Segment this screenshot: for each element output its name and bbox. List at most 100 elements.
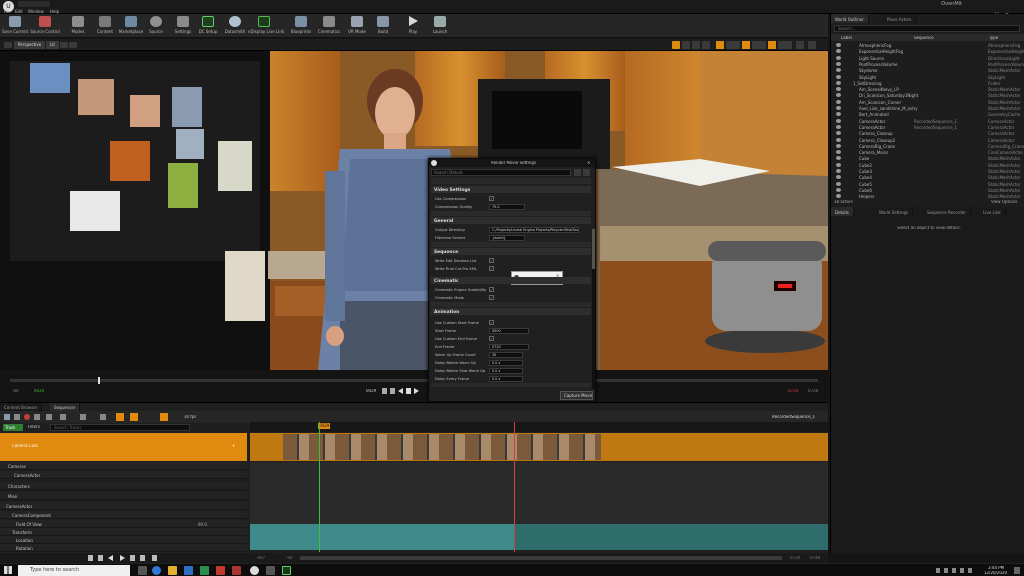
dialog-close-icon[interactable]: ✕	[587, 161, 590, 165]
outliner-row[interactable]: CameraActor RecordedSequence_1 CameraActor	[831, 124, 1024, 130]
seq-goto-start-icon[interactable]	[88, 555, 93, 561]
track-cameras[interactable]: Cameras	[0, 462, 247, 470]
camera-cut-section[interactable]	[283, 434, 601, 460]
marketplace-button[interactable]: Marketplace	[117, 16, 145, 36]
seq-magnet-icon[interactable]	[160, 413, 168, 421]
tab-place-actors[interactable]: Place Actors	[883, 14, 917, 23]
level-tab[interactable]	[18, 1, 50, 7]
outliner-row[interactable]: Skydome StaticMeshActor	[831, 67, 1024, 73]
outliner-row[interactable]: CameraActor RecordedSequence_1 CameraActor	[831, 118, 1024, 124]
outliner-row[interactable]: Bert_Animated GeometryCache	[831, 111, 1024, 117]
use-custom-end-frame-checkbox[interactable]: ✓	[489, 335, 494, 341]
visibility-eye-icon[interactable]	[836, 143, 841, 148]
acrobat-icon[interactable]	[216, 566, 225, 575]
seq-snap-icon[interactable]	[116, 413, 124, 421]
delay-before-shot-warm-up-input[interactable]: 0.0 s	[489, 367, 523, 374]
track-camera-component[interactable]: CameraComponent	[0, 511, 247, 519]
visibility-eye-icon[interactable]	[836, 93, 841, 98]
seq-curve-editor-icon[interactable]	[60, 414, 66, 420]
tab-details[interactable]: Details	[831, 207, 854, 216]
track-camera-actor-2[interactable]: CameraActor	[0, 502, 247, 510]
track-characters[interactable]: Characters	[0, 482, 247, 490]
viewport-options-icon[interactable]	[4, 42, 12, 48]
app2-icon[interactable]	[266, 566, 275, 575]
app-icon[interactable]	[232, 566, 241, 575]
play-button[interactable]: Play	[404, 16, 422, 36]
tab-world-outliner[interactable]: World Outliner	[831, 14, 869, 23]
seq-select-icon[interactable]	[100, 414, 106, 420]
modes-button[interactable]: Modes	[68, 16, 88, 36]
timeline-lanes[interactable]	[250, 462, 828, 524]
grid-snap-icon[interactable]	[716, 41, 724, 49]
visibility-eye-icon[interactable]	[836, 87, 841, 92]
vp-stop-icon[interactable]	[406, 388, 411, 394]
visibility-eye-icon[interactable]	[836, 49, 841, 54]
perspective-dropdown[interactable]: Perspective	[14, 41, 46, 49]
datasmith-button[interactable]: Datasmith	[222, 16, 248, 36]
grid-size-dropdown[interactable]	[726, 41, 740, 49]
scale-snap-icon[interactable]	[768, 41, 776, 49]
cinematic-scalability-checkbox[interactable]: ✓	[489, 286, 494, 292]
outliner-row[interactable]: Cube3 StaticMeshActor	[831, 168, 1024, 174]
visibility-eye-icon[interactable]	[836, 43, 841, 47]
write-edl-checkbox[interactable]: ✓	[489, 257, 494, 263]
seq-find-icon[interactable]	[14, 414, 20, 420]
capture-movie-button[interactable]: Capture Movie	[560, 391, 593, 400]
outliner-row[interactable]: Axel_Link_sandshine_M_ostry StaticMeshAct…	[831, 105, 1024, 111]
rotation-snap-icon[interactable]	[742, 41, 750, 49]
viewport-scrub-head[interactable]	[98, 377, 100, 384]
visibility-eye-icon[interactable]	[836, 112, 841, 117]
track-location[interactable]: Location	[0, 536, 247, 544]
cinematic-header[interactable]: Cinematic	[431, 277, 591, 284]
visibility-eye-icon[interactable]	[836, 169, 841, 173]
translate-tool-icon[interactable]	[682, 41, 690, 49]
show-menu-icon[interactable]	[60, 42, 68, 48]
realtime-icon[interactable]	[69, 42, 77, 48]
seq-camera-icon[interactable]	[46, 414, 52, 420]
seq-goto-end-icon[interactable]	[140, 555, 145, 561]
end-marker-line[interactable]	[514, 422, 515, 552]
outliner-row[interactable]: PostProcessVolume PostProcessVolume	[831, 61, 1024, 67]
vp-play-icon[interactable]	[414, 388, 419, 394]
dialog-view-options-icon[interactable]	[574, 169, 581, 176]
video-settings-header[interactable]: Video Settings	[431, 186, 591, 193]
animation-advanced-expander[interactable]	[431, 383, 591, 387]
seq-filters-button[interactable]: Filters	[28, 425, 40, 429]
dc-setup-button[interactable]: DC Setup	[197, 16, 219, 36]
file-explorer-icon[interactable]	[168, 566, 177, 575]
cinematics-button[interactable]: Cinematics	[316, 16, 342, 36]
visibility-eye-icon[interactable]	[836, 61, 841, 66]
timeline-ruler[interactable]	[250, 422, 828, 432]
visibility-eye-icon[interactable]	[836, 106, 841, 110]
outliner-search-input[interactable]: Search...	[834, 25, 1020, 32]
column-label[interactable]: Label	[841, 36, 852, 40]
visibility-eye-icon[interactable]	[836, 181, 841, 186]
rotation-size-dropdown[interactable]	[752, 41, 766, 49]
end-frame-input[interactable]: 0720	[489, 343, 529, 350]
build-button[interactable]: Build	[374, 16, 392, 36]
tab-live-link[interactable]: Live Link	[979, 207, 1006, 216]
tab-sequence-recorder[interactable]: Sequence Recorder	[923, 207, 971, 216]
dialog-search-input[interactable]: Search Details	[431, 169, 571, 176]
track-mise[interactable]: Mise	[0, 492, 247, 500]
camera-cuts-add-icon[interactable]: +	[232, 444, 235, 448]
task-view-icon[interactable]	[138, 566, 147, 575]
visibility-eye-icon[interactable]	[836, 99, 841, 104]
outliner-row[interactable]: Am_Scanicon_Corner StaticMeshActor	[831, 99, 1024, 105]
outliner-row[interactable]: Cube6 StaticMeshActor	[831, 187, 1024, 193]
settings-button[interactable]: Settings	[172, 16, 194, 36]
outliner-row[interactable]: Am_Scene4bevy_LP StaticMeshActor	[831, 86, 1024, 92]
app3-icon[interactable]	[282, 566, 291, 575]
visibility-eye-icon[interactable]	[836, 74, 841, 79]
outliner-row[interactable]: ExponentialHeightFog ExponentialHeightFog	[831, 48, 1024, 54]
camera-cuts-track-header[interactable]: Camera Cuts +	[0, 433, 247, 461]
add-track-button[interactable]: Track	[3, 424, 23, 431]
camera-speed-icon[interactable]	[796, 41, 804, 49]
lit-dropdown[interactable]: Lit	[46, 41, 59, 49]
vp-play-reverse-icon[interactable]	[398, 388, 403, 394]
visibility-eye-icon[interactable]	[836, 156, 841, 161]
unreal-taskbar-icon[interactable]	[250, 566, 259, 575]
vp-goto-start-icon[interactable]	[382, 388, 387, 394]
output-directory-input[interactable]: C:/Projects/Unreal Engine Projects/Polyc…	[489, 226, 579, 233]
seq-sequence-name[interactable]: RecordedSequence_1	[772, 415, 815, 419]
